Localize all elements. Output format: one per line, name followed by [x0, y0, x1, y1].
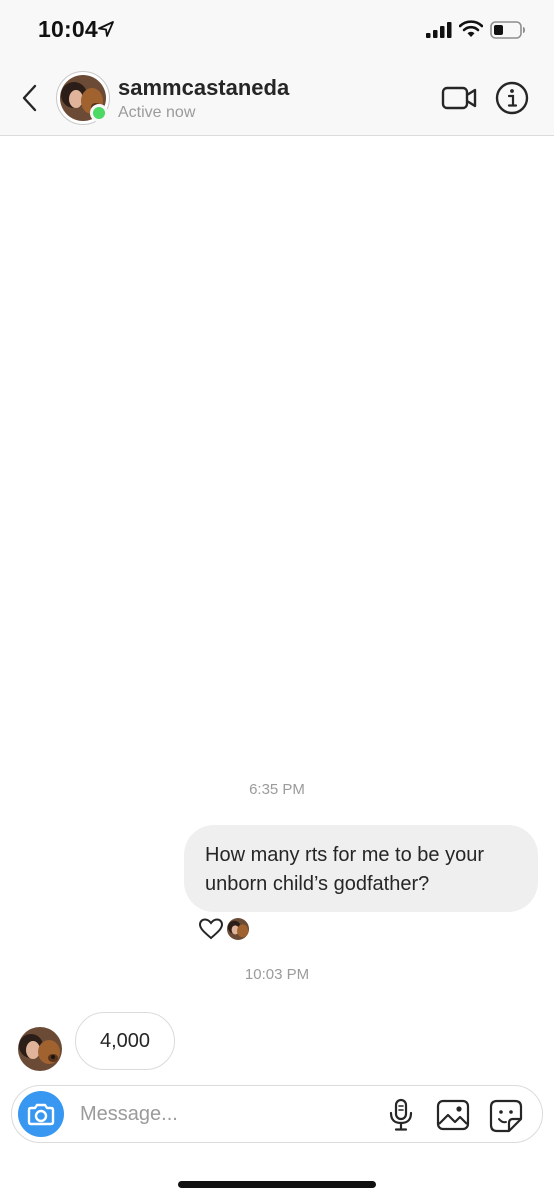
sender-avatar[interactable]	[18, 1027, 62, 1071]
message-timestamp: 10:03 PM	[244, 966, 310, 983]
signal-icon	[426, 22, 452, 38]
message-composer	[11, 1085, 543, 1143]
home-indicator[interactable]	[178, 1181, 376, 1188]
video-call-icon[interactable]	[441, 82, 477, 114]
info-icon[interactable]	[495, 81, 529, 115]
message-input[interactable]	[80, 1098, 370, 1130]
chat-username[interactable]: sammcastaneda	[118, 75, 289, 101]
microphone-icon[interactable]	[388, 1098, 414, 1132]
gallery-icon[interactable]	[436, 1099, 470, 1131]
camera-icon	[27, 1103, 55, 1126]
back-chevron-icon[interactable]	[18, 82, 42, 114]
sticker-icon[interactable]	[489, 1099, 523, 1133]
online-indicator	[90, 104, 108, 122]
wifi-icon	[459, 20, 483, 37]
reaction-avatar	[226, 917, 250, 941]
message-timestamp: 6:35 PM	[249, 781, 305, 798]
battery-icon	[490, 21, 525, 39]
received-message-bubble[interactable]: 4,000	[75, 1012, 175, 1070]
heart-icon[interactable]	[198, 917, 224, 941]
camera-button[interactable]	[18, 1091, 64, 1137]
sent-message-bubble[interactable]: How many rts for me to be your unborn ch…	[184, 825, 538, 912]
active-status: Active now	[118, 104, 196, 121]
status-bar: 10:04	[0, 0, 554, 62]
location-arrow-icon	[98, 21, 114, 37]
status-time: 10:04	[38, 16, 98, 42]
chat-header: sammcastaneda Active now	[0, 62, 554, 136]
